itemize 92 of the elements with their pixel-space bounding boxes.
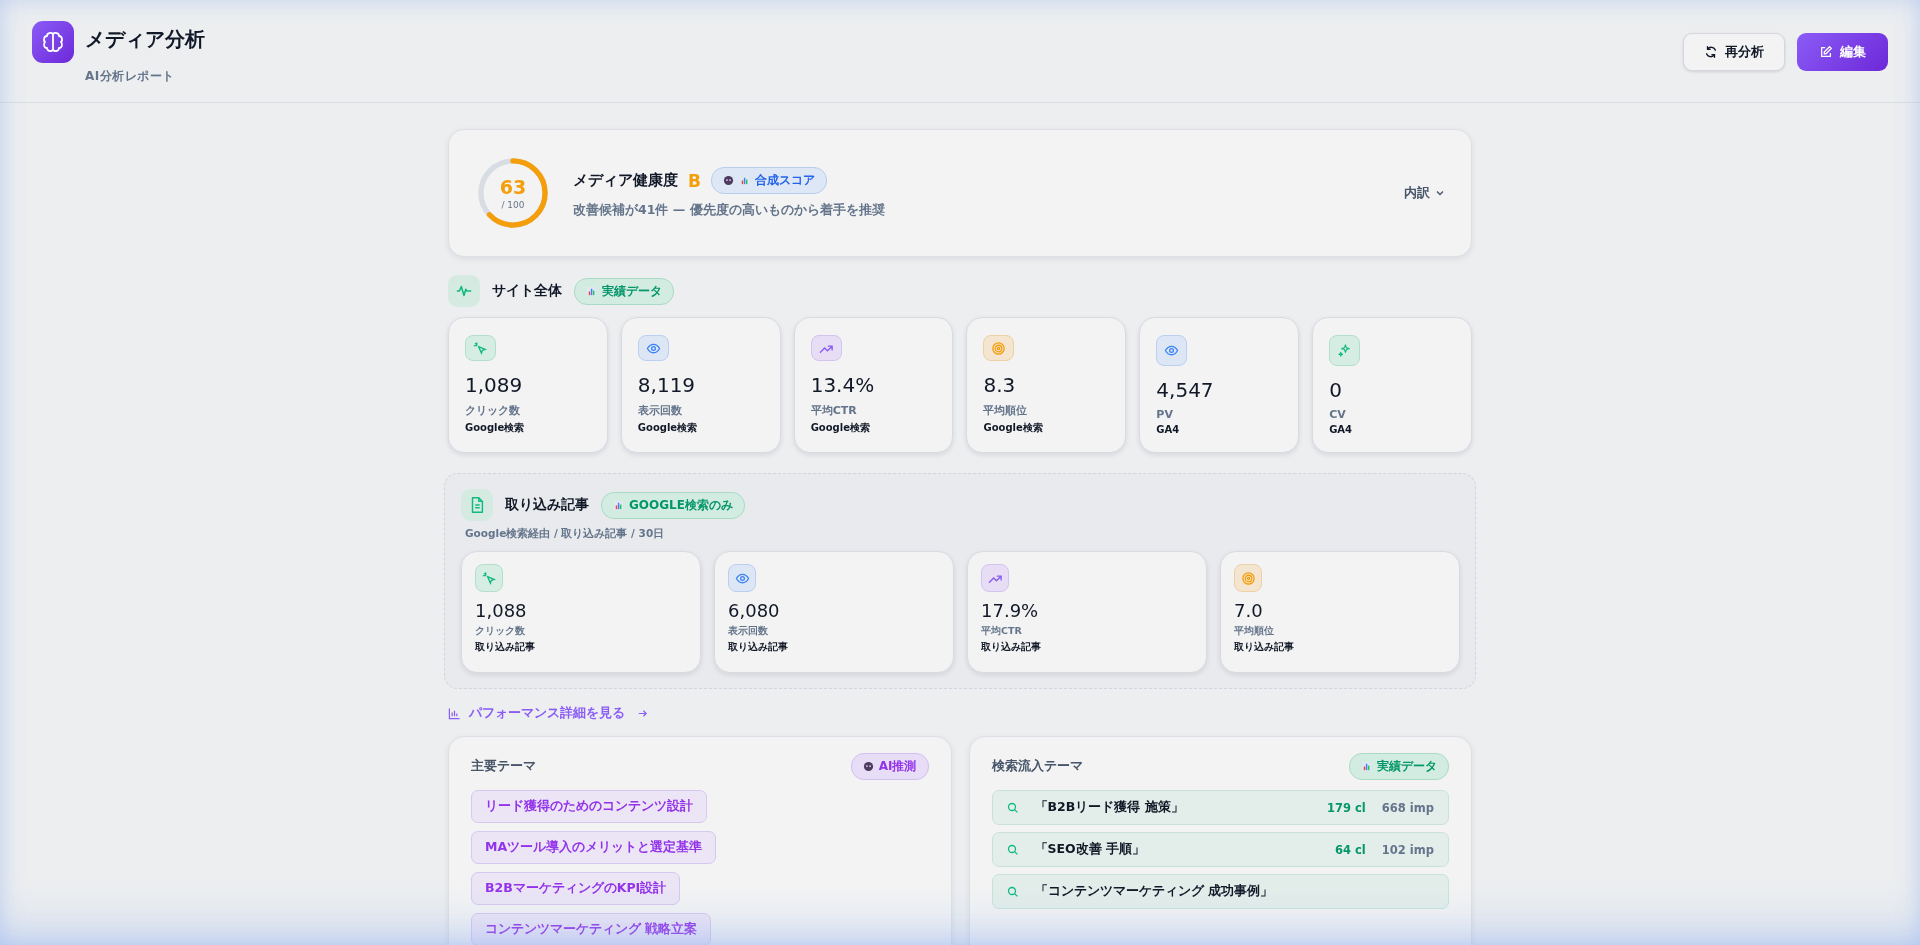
sparkle-metric-icon (1329, 335, 1361, 366)
ai-badge: AI推測 (850, 753, 929, 780)
metric-source: GA4 (1156, 424, 1180, 435)
search-icon (1006, 843, 1019, 856)
robot-icon (722, 175, 734, 186)
metric-value: 8.3 (983, 373, 1016, 397)
metric-label: 表示回数 (637, 403, 682, 418)
score-max: / 100 (501, 200, 525, 210)
metric-source: Google検索 (465, 421, 525, 435)
metric-value: 1,089 (465, 373, 523, 397)
reanalyze-button[interactable]: 再分析 (1683, 33, 1785, 71)
metric-label: 平均順位 (1234, 625, 1274, 638)
page-title: メディア分析 (85, 26, 205, 53)
metric-source: GA4 (1329, 424, 1353, 435)
theme-tag: MAツール導入のメリットと選定基準 (471, 831, 717, 864)
health-description: 改善候補が41件 — 優先度の高いものから着手を推奨 (573, 202, 886, 219)
query-text: 「SEO改善 手順」 (1034, 841, 1147, 858)
metric-label: クリック数 (475, 625, 525, 638)
theme-tag: コンテンツマーケティング 戦略立案 (471, 913, 712, 945)
breakdown-toggle[interactable]: 内訳 (1404, 182, 1445, 204)
eye-metric-icon (728, 564, 756, 592)
click-metric-icon (475, 564, 503, 592)
theme-tag: リード獲得のためのコンテンツ設計 (471, 790, 707, 823)
metric-value: 0 (1329, 378, 1342, 402)
metric-label: クリック数 (465, 403, 520, 418)
metric-value: 6,080 (728, 600, 780, 621)
performance-link[interactable]: パフォーマンス詳細を見る (448, 705, 648, 722)
metric-source: Google検索 (810, 421, 870, 435)
bar-chart-icon (1361, 761, 1372, 772)
metric-source: Google検索 (983, 421, 1043, 435)
health-title: メディア健康度 (573, 171, 678, 190)
eye-metric-icon (1156, 335, 1188, 366)
metric-value: 1,088 (475, 600, 527, 621)
query-row[interactable]: 「コンテンツマーケティング 成功事例」 (991, 874, 1449, 909)
metric-source: 取り込み記事 (475, 641, 535, 654)
metric-source: 取り込み記事 (981, 641, 1041, 654)
data-badge: 実績データ (1349, 753, 1449, 780)
query-row[interactable]: 「SEO改善 手順」 64 cl 102 imp (991, 832, 1449, 867)
metric-label: 表示回数 (728, 625, 768, 638)
section-title: 取り込み記事 (505, 496, 589, 514)
health-grade: B (688, 170, 701, 191)
metric-source: 取り込み記事 (728, 641, 788, 654)
trend-metric-icon (981, 564, 1009, 592)
query-clicks: 179 cl (1327, 800, 1366, 815)
data-badge: 実績データ (574, 277, 674, 305)
card-title: 検索流入テーマ (991, 758, 1083, 775)
metric-label: 平均CTR (981, 625, 1022, 638)
metric-value: 7.0 (1234, 600, 1263, 621)
query-clicks: 64 cl (1335, 842, 1366, 857)
section-subtitle: Google検索経由 / 取り込み記事 / 30日 (465, 527, 666, 541)
search-icon (1006, 885, 1019, 898)
target-metric-icon (983, 335, 1015, 361)
metric-label: PV (1156, 408, 1173, 421)
target-metric-icon (1234, 564, 1262, 592)
search-icon (1006, 801, 1019, 814)
eye-metric-icon (637, 335, 669, 361)
robot-icon (862, 761, 874, 772)
refresh-icon (1704, 45, 1718, 59)
query-row[interactable]: 「B2Bリード獲得 施策」 179 cl 668 imp (991, 790, 1449, 825)
data-badge: GOOGLE検索のみ (601, 491, 745, 519)
section-title: サイト全体 (492, 282, 562, 300)
metric-source: Google検索 (637, 421, 698, 435)
bar-chart-icon (613, 499, 624, 511)
bar-chart-icon (586, 285, 597, 297)
click-metric-icon (465, 335, 496, 361)
page-subtitle: AI分析レポート (85, 68, 176, 85)
metric-value: 8,119 (637, 373, 696, 397)
chevron-down-icon (1435, 188, 1445, 198)
document-icon (461, 489, 493, 521)
query-impressions: 102 imp (1381, 842, 1434, 857)
metric-label: 平均CTR (810, 403, 857, 418)
metric-value: 13.4% (810, 373, 875, 397)
query-text: 「コンテンツマーケティング 成功事例」 (1034, 883, 1274, 900)
pulse-icon (448, 275, 480, 307)
arrow-right-icon (637, 708, 648, 719)
metric-label: 平均順位 (983, 403, 1028, 418)
brain-logo-icon (32, 21, 74, 63)
metric-label: CV (1329, 408, 1346, 421)
bar-chart-icon (738, 175, 750, 186)
query-impressions: 668 imp (1381, 800, 1434, 815)
score-badge: 合成スコア (710, 167, 827, 194)
edit-button[interactable]: 編集 (1797, 33, 1888, 71)
score-value: 63 (499, 176, 527, 198)
card-title: 主要テーマ (471, 758, 536, 775)
metric-value: 17.9% (981, 600, 1039, 621)
theme-tag: B2BマーケティングのKPI設計 (471, 872, 681, 905)
query-text: 「B2Bリード獲得 施策」 (1034, 799, 1185, 816)
bar-chart-icon (448, 707, 461, 720)
trend-metric-icon (810, 335, 842, 361)
edit-icon (1819, 45, 1833, 59)
metric-value: 4,547 (1156, 378, 1214, 402)
metric-source: 取り込み記事 (1234, 641, 1294, 654)
